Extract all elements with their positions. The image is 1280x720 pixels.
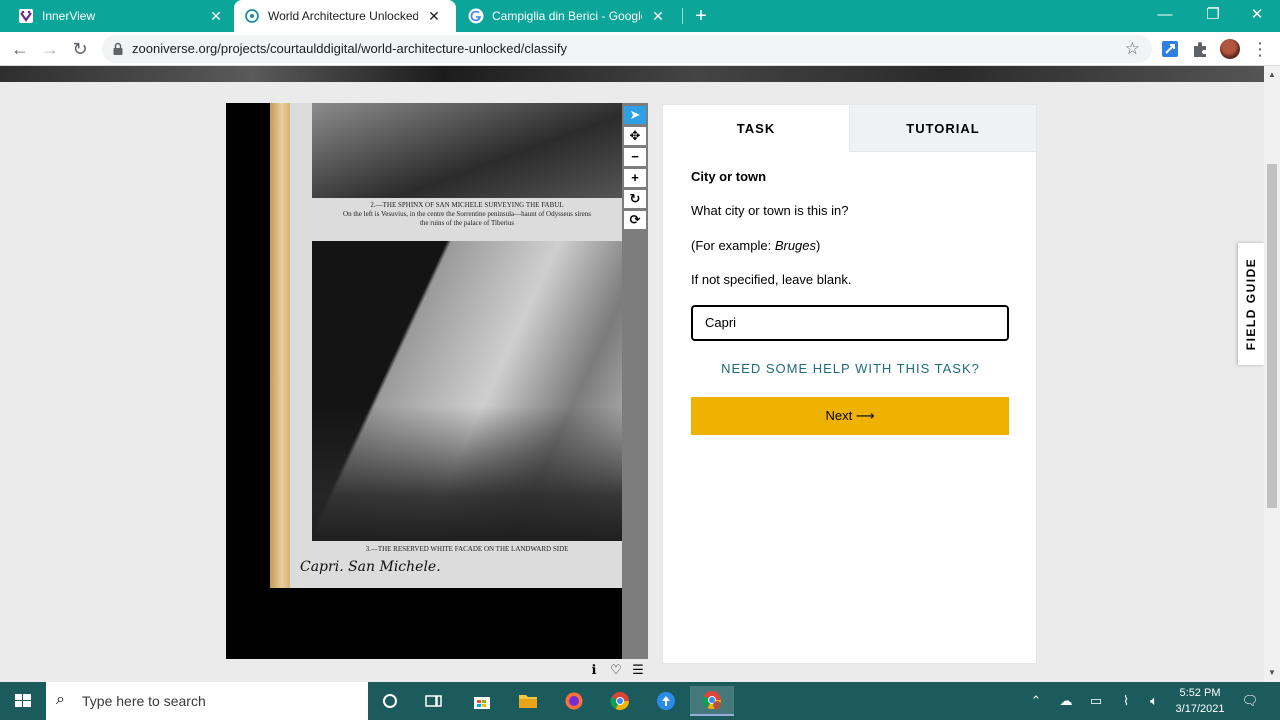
tab-label: InnerView: [42, 9, 96, 23]
help-link[interactable]: NEED SOME HELP WITH THIS TASK?: [663, 361, 1038, 376]
reload-button[interactable]: ↻: [68, 37, 92, 61]
new-tab-button[interactable]: +: [690, 5, 712, 27]
reset-view-icon[interactable]: ⟳: [624, 211, 646, 229]
photo-caption-bottom: 3.—THE RESERVED WHITE FACADE ON THE LAND…: [365, 545, 569, 553]
field-guide-tab[interactable]: FIELD GUIDE: [1238, 243, 1264, 365]
zooniverse-icon: [245, 9, 259, 23]
notifications-icon[interactable]: 🗨︎: [1238, 682, 1262, 720]
tab-label: Campiglia din Berici - Google Se: [492, 9, 642, 23]
scroll-up-icon[interactable]: ▲: [1268, 70, 1276, 79]
info-icon[interactable]: ℹ: [586, 662, 602, 678]
task-view-icon[interactable]: [412, 686, 456, 716]
example-prefix: (For example:: [691, 238, 775, 253]
tab-separator: [682, 8, 683, 24]
example-suffix: ): [816, 238, 821, 253]
tab-innerview[interactable]: InnerView ✕: [8, 0, 234, 32]
taskbar-search[interactable]: ⌕ Type here to search: [46, 682, 368, 720]
file-explorer-icon[interactable]: [506, 686, 550, 716]
close-icon[interactable]: ✕: [426, 8, 442, 24]
back-button[interactable]: ←: [8, 37, 32, 61]
cloud-upload-icon[interactable]: [644, 686, 688, 716]
address-bar[interactable]: zooniverse.org/projects/courtaulddigital…: [102, 35, 1152, 63]
photo-top: [312, 103, 622, 198]
show-hidden-icons[interactable]: ⌃: [1026, 682, 1046, 720]
collections-icon[interactable]: ☰: [630, 662, 646, 678]
browser-menu-icon[interactable]: ⋮: [1251, 39, 1269, 59]
task-tabs: TASK TUTORIAL: [663, 105, 1036, 152]
question-example: (For example: Bruges): [691, 238, 820, 253]
example-value: Bruges: [774, 238, 817, 253]
subject-image[interactable]: 2.—THE SPHINX OF SAN MICHELE SURVEYING T…: [270, 103, 622, 588]
viewer-toolbar: ➤ ✥ − + ↻ ⟳: [622, 103, 648, 659]
page-edge: [270, 103, 290, 588]
caption-line: On the left is Vesuvius, in the centre t…: [343, 210, 591, 218]
answer-input[interactable]: Capri: [691, 305, 1009, 341]
subject-actions: ℹ ♡ ☰: [586, 662, 646, 678]
chrome-icon[interactable]: [598, 686, 642, 716]
forward-button[interactable]: →: [38, 37, 62, 61]
heart-icon[interactable]: ♡: [608, 662, 624, 678]
pointer-tool-icon[interactable]: ➤: [624, 106, 646, 124]
cortana-icon[interactable]: [368, 686, 412, 716]
close-icon[interactable]: ✕: [650, 8, 666, 24]
bookmark-star-icon[interactable]: ☆: [1125, 39, 1140, 59]
photo-caption-top: 2.—THE SPHINX OF SAN MICHELE SURVEYING T…: [312, 201, 622, 228]
window-close-button[interactable]: ✕: [1234, 0, 1280, 32]
page-content: 2.—THE SPHINX OF SAN MICHELE SURVEYING T…: [0, 66, 1264, 682]
clock-time: 5:52 PM: [1179, 687, 1221, 699]
onedrive-icon[interactable]: ☁: [1054, 682, 1078, 720]
firefox-icon[interactable]: [552, 686, 596, 716]
project-header-image: [0, 66, 1264, 82]
question-instruction: If not specified, leave blank.: [691, 272, 852, 287]
scrollbar-thumb[interactable]: [1267, 164, 1277, 508]
handwritten-annotation: Capri. San Michele.: [300, 559, 441, 575]
innerview-icon: [19, 9, 33, 23]
tab-label: World Architecture Unlocked » C: [268, 9, 418, 23]
subject-viewer[interactable]: 2.—THE SPHINX OF SAN MICHELE SURVEYING T…: [226, 103, 648, 659]
google-icon: [468, 8, 484, 24]
photo-building: [312, 241, 622, 541]
page-scrollbar[interactable]: ▲ ▼: [1264, 66, 1280, 682]
search-placeholder: Type here to search: [82, 693, 206, 709]
clock-date: 3/17/2021: [1175, 703, 1225, 715]
browser-toolbar: ← → ↻ zooniverse.org/projects/courtauldd…: [0, 32, 1280, 66]
tab-world-architecture[interactable]: World Architecture Unlocked » C ✕: [234, 0, 456, 32]
url-text: zooniverse.org/projects/courtaulddigital…: [132, 41, 567, 56]
restore-button[interactable]: ❐: [1190, 0, 1236, 32]
volume-icon[interactable]: 🔈︎: [1142, 682, 1166, 720]
chrome-profile-icon[interactable]: [690, 686, 734, 716]
zoom-in-icon[interactable]: +: [624, 169, 646, 187]
field-guide-label: FIELD GUIDE: [1244, 257, 1258, 351]
minimize-button[interactable]: —: [1142, 0, 1188, 32]
caption-line: 2.—THE SPHINX OF SAN MICHELE SURVEYING T…: [370, 201, 564, 209]
question-title: City or town: [691, 169, 767, 184]
extension-icon[interactable]: [1160, 39, 1180, 59]
browser-tab-strip: InnerView ✕ World Architecture Unlocked …: [0, 0, 1280, 32]
scroll-down-icon[interactable]: ▼: [1268, 668, 1276, 677]
tab-task[interactable]: TASK: [663, 105, 849, 152]
task-panel: TASK TUTORIAL City or town What city or …: [662, 104, 1037, 664]
lock-icon: [113, 42, 123, 55]
system-clock[interactable]: 5:52 PM 3/17/2021: [1168, 685, 1232, 717]
tab-tutorial[interactable]: TUTORIAL: [849, 105, 1036, 152]
profile-avatar[interactable]: [1220, 39, 1240, 59]
rotate-icon[interactable]: ↻: [624, 190, 646, 208]
store-icon[interactable]: [460, 686, 504, 716]
move-tool-icon[interactable]: ✥: [624, 127, 646, 145]
question-text: What city or town is this in?: [691, 203, 849, 218]
close-icon[interactable]: ✕: [208, 8, 224, 24]
battery-icon[interactable]: ▭: [1084, 682, 1108, 720]
tab-google-search[interactable]: Campiglia din Berici - Google Se ✕: [458, 0, 682, 32]
search-icon: ⌕: [56, 691, 65, 708]
next-button[interactable]: Next ⟶: [691, 397, 1009, 435]
windows-taskbar: ⌕ Type here to search ⌃ ☁ ▭ ⌇ 🔈︎ 5:52 PM…: [0, 682, 1280, 720]
zoom-out-icon[interactable]: −: [624, 148, 646, 166]
extensions-puzzle-icon[interactable]: [1190, 39, 1210, 59]
windows-start-icon[interactable]: [0, 682, 46, 720]
wifi-icon[interactable]: ⌇: [1114, 682, 1138, 720]
caption-line: the ruins of the palace of Tiberius: [419, 219, 515, 227]
